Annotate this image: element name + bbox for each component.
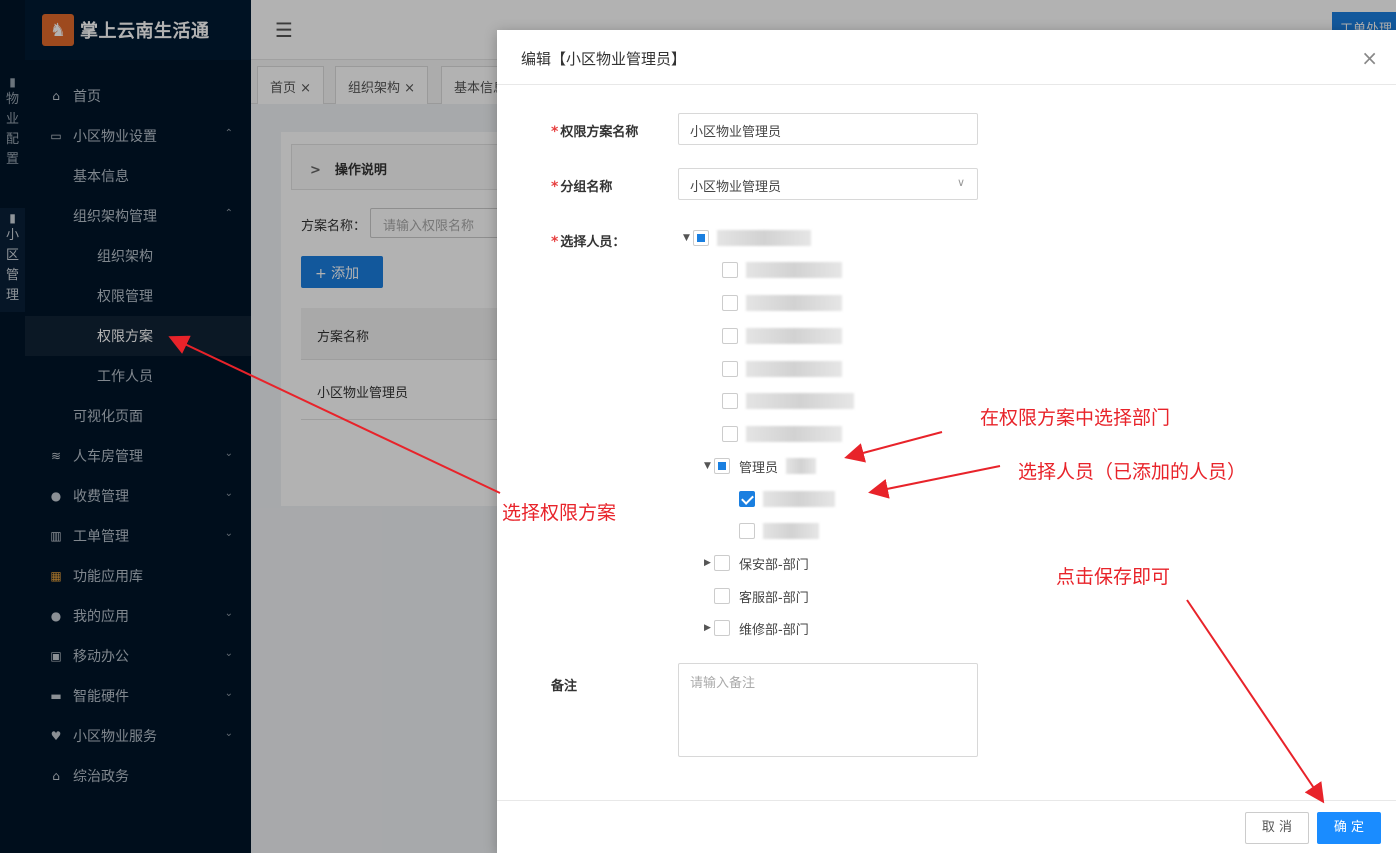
arrow-to-confirm bbox=[1186, 599, 1325, 804]
annotation-select-department: 在权限方案中选择部门 bbox=[980, 407, 1171, 429]
arrow-to-permission-scheme bbox=[168, 335, 501, 494]
annotation-select-scheme: 选择权限方案 bbox=[502, 502, 617, 524]
arrow-to-department bbox=[844, 431, 943, 463]
annotation-click-save: 点击保存即可 bbox=[1056, 566, 1171, 588]
arrow-to-people bbox=[868, 465, 1001, 499]
annotation-select-people: 选择人员（已添加的人员） bbox=[1018, 461, 1247, 483]
annotation-arrows bbox=[168, 335, 1325, 804]
